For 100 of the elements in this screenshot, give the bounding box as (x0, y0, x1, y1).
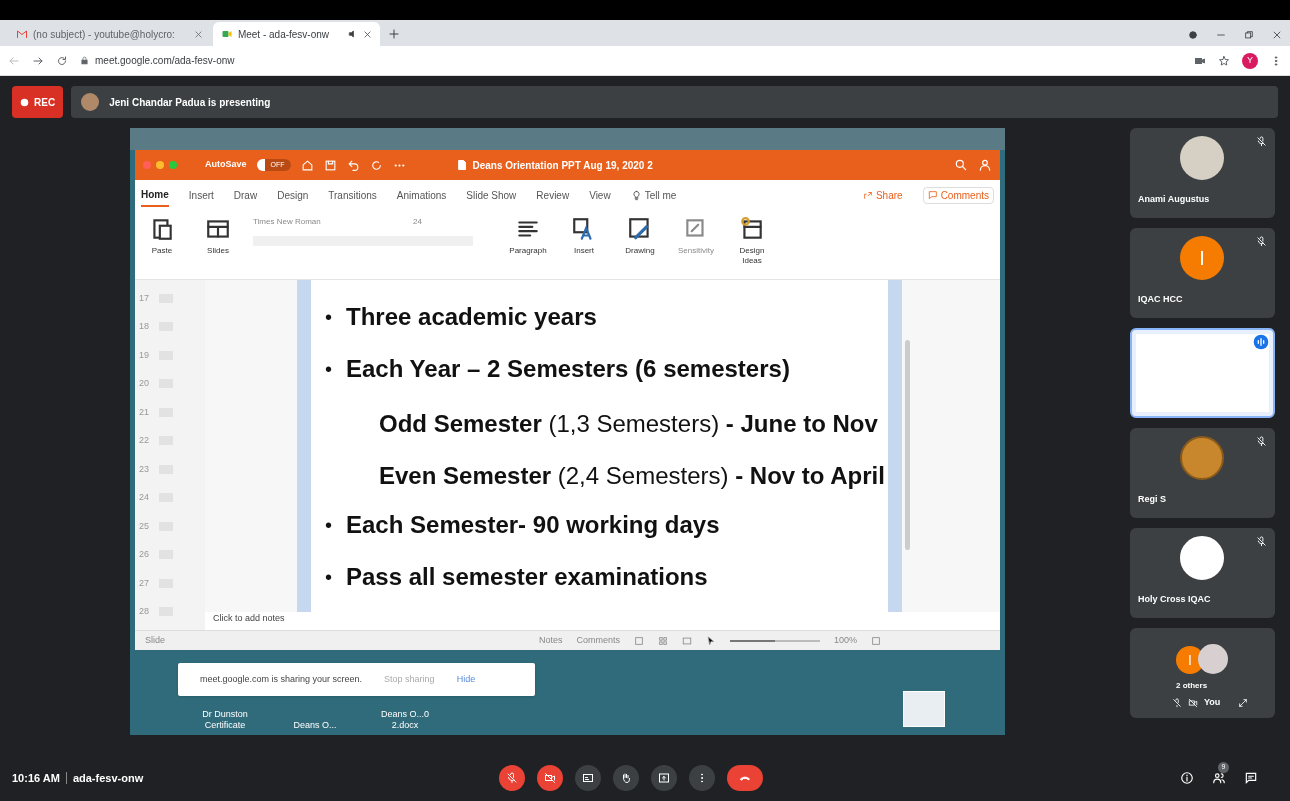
ribbon-tab[interactable]: Review (536, 183, 570, 207)
slide-subpoint-text: Even Semester (2,4 Semesters) - Nov to April (378, 461, 886, 487)
bullet-marker: • (325, 356, 332, 382)
share-button[interactable]: Share (862, 187, 903, 203)
ribbon-tab[interactable]: Insert (188, 183, 214, 207)
ribbon-button[interactable]: Paste (141, 216, 183, 256)
present-button[interactable] (651, 765, 678, 791)
participant-tile[interactable]: Regi S (1130, 428, 1275, 518)
normal-view-icon[interactable] (634, 635, 645, 646)
avatar-photo (1198, 644, 1228, 674)
document-icon (455, 159, 468, 171)
document-title: Deans Orientation PPT Aug 19, 2020 2 (472, 158, 653, 173)
new-tab-icon[interactable] (388, 28, 401, 40)
camera-off-icon[interactable] (1188, 698, 1198, 708)
restore-icon[interactable] (1244, 30, 1254, 40)
ribbon-button[interactable]: Design Ideas (731, 216, 773, 266)
notice-text: meet.google.com is sharing your screen. (200, 672, 363, 686)
raise-hand-icon (620, 772, 633, 784)
url-text[interactable]: meet.google.com/ada-fesv-onw (95, 53, 235, 68)
participant-tile[interactable]: I IQAC HCC (1130, 228, 1275, 318)
reading-view-icon[interactable] (682, 635, 693, 646)
desktop-icon-label[interactable]: Deans O... (280, 720, 350, 731)
ribbon-button[interactable]: Slides (197, 216, 239, 256)
close-icon[interactable] (1272, 30, 1282, 40)
participant-name: Regi S (1138, 492, 1166, 506)
participant-name: Holy Cross IQAC (1138, 592, 1211, 606)
ribbon-tab[interactable]: Slide Show (466, 183, 517, 207)
redo-icon[interactable] (369, 158, 383, 172)
captions-icon (582, 772, 595, 784)
window-controls-icon[interactable] (143, 161, 177, 169)
participant-tile[interactable]: Holy Cross IQAC (1130, 528, 1275, 618)
more-options-button[interactable] (689, 765, 716, 791)
ribbon-tab[interactable]: Draw (233, 183, 258, 207)
font-size-field[interactable]: 24 (413, 216, 422, 228)
captions-button[interactable] (575, 765, 602, 791)
comments-button[interactable]: Comments (922, 186, 994, 204)
star-icon[interactable] (1218, 54, 1230, 67)
zoom-level: 100% (834, 633, 858, 647)
browser-tab[interactable]: Meet - ada-fesv-onw (212, 22, 381, 46)
lock-icon (80, 56, 89, 65)
video-icon (220, 28, 233, 40)
profile-avatar[interactable]: Y (1242, 52, 1258, 69)
slide-number: 26 (139, 548, 150, 561)
zoom-slider[interactable] (730, 639, 821, 642)
meeting-time: 10:16 AM (12, 770, 60, 786)
info-icon[interactable] (1180, 771, 1194, 785)
slide-counter: Slide (145, 633, 165, 647)
tab-title: Meet - ada-fesv-onw (237, 27, 330, 42)
participant-name: IQAC HCC (1138, 292, 1183, 306)
ribbon-button[interactable]: Paragraph (507, 216, 549, 256)
participant-name: Anami Augustus (1138, 192, 1210, 206)
muted-mic-icon[interactable] (1172, 698, 1182, 708)
hide-button[interactable]: Hide (456, 672, 476, 687)
home-icon[interactable] (300, 158, 314, 172)
mute-icon (506, 772, 519, 784)
lightbulb-icon (630, 189, 642, 201)
mute-button[interactable] (499, 765, 526, 791)
people-icon[interactable] (1212, 771, 1226, 785)
save-icon[interactable] (323, 158, 337, 172)
undo-icon[interactable] (346, 158, 360, 172)
camera-off-button[interactable] (537, 765, 564, 791)
meeting-code: ada-fesv-onw (72, 770, 144, 786)
tell-me-field[interactable]: Tell me (644, 187, 677, 203)
slide-bullet-text: Each Year – 2 Semesters (6 semesters) (346, 353, 790, 384)
cursor-icon (706, 635, 717, 646)
close-icon[interactable] (193, 29, 203, 39)
notes-placeholder[interactable]: Click to add notes (205, 612, 1000, 630)
raise-hand-button[interactable] (613, 765, 640, 791)
participant-tile[interactable]: I 2 others You (1130, 628, 1275, 718)
desktop-icon-label[interactable]: Dr Dunston Certificate (190, 709, 260, 731)
person-icon[interactable] (978, 158, 992, 172)
ribbon-button[interactable]: Insert (563, 216, 605, 256)
bullet-marker: • (325, 512, 332, 538)
reload-icon[interactable] (56, 54, 68, 67)
ribbon-tab[interactable]: Home (141, 183, 169, 207)
participant-tile[interactable]: Anami Augustus (1130, 128, 1275, 218)
close-icon[interactable] (363, 29, 373, 39)
participant-name: 2 others (1176, 680, 1208, 692)
ribbon-button[interactable]: Drawing (619, 216, 661, 256)
leave-call-button[interactable] (727, 765, 764, 791)
ribbon-tab[interactable]: Animations (396, 183, 447, 207)
slide-number: 23 (139, 462, 150, 476)
slide-bullet-text: Pass all semester examinations (346, 561, 708, 592)
expand-icon[interactable] (1238, 698, 1249, 708)
desktop-icon-label[interactable]: Deans O...0 2.docx (370, 709, 440, 731)
chat-icon[interactable] (1244, 771, 1258, 785)
slide-number: 18 (139, 320, 150, 333)
badge-avatar (1180, 436, 1224, 480)
fit-icon[interactable] (871, 635, 882, 646)
search-icon[interactable] (954, 158, 968, 172)
desktop-thumbnail[interactable] (903, 691, 945, 727)
sorter-view-icon[interactable] (658, 635, 669, 646)
font-name-field[interactable]: Times New Roman (253, 216, 393, 228)
ribbon-tab[interactable]: View (589, 183, 611, 207)
ribbon-tab[interactable]: Transitions (328, 183, 377, 207)
tab-title: (no subject) - youtube@holycro: (33, 27, 175, 42)
ribbon-tab[interactable]: Design (277, 183, 309, 207)
avatar-photo (81, 93, 100, 111)
participant-tile[interactable] (1130, 328, 1275, 418)
slide-number: 24 (139, 491, 150, 504)
